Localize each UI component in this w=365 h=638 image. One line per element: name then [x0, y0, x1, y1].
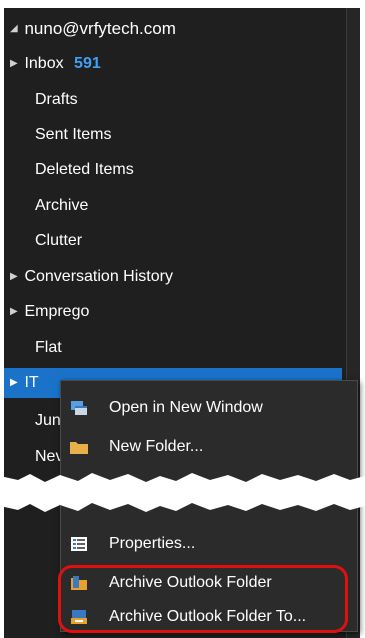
- folder-label: Drafts: [35, 91, 78, 108]
- folder-flat[interactable]: Flat: [35, 333, 360, 363]
- new-window-icon: [71, 401, 87, 415]
- expand-arrow-icon[interactable]: ▶: [10, 368, 20, 398]
- folder-drafts[interactable]: Drafts: [35, 85, 360, 115]
- expand-arrow-icon[interactable]: ▶: [10, 297, 20, 327]
- folder-inbox[interactable]: ▶ Inbox 591: [10, 49, 348, 79]
- folder-archive[interactable]: Archive: [35, 191, 360, 221]
- menu-new-folder[interactable]: New Folder...: [61, 430, 357, 464]
- folder-label: Inbox: [24, 55, 64, 72]
- expand-arrow-icon[interactable]: ▶: [10, 262, 20, 292]
- folder-clutter[interactable]: Clutter: [35, 226, 360, 256]
- folder-label: Flat: [35, 339, 62, 356]
- folder-emprego[interactable]: ▶ Emprego: [10, 297, 348, 327]
- folder-label: Emprego: [24, 303, 90, 320]
- torn-edge-divider: [0, 473, 365, 512]
- folder-label: Deleted Items: [35, 161, 134, 178]
- menu-label: Open in New Window: [109, 399, 263, 416]
- account-label: nuno@vrfytech.com: [24, 19, 176, 38]
- menu-label: New Folder...: [109, 438, 204, 455]
- folder-sent-items[interactable]: Sent Items: [35, 120, 360, 150]
- highlight-annotation: [58, 565, 348, 633]
- expand-arrow-icon[interactable]: ◢: [10, 14, 20, 44]
- account-header[interactable]: ◢ nuno@vrfytech.com: [10, 14, 348, 44]
- folder-icon: [70, 442, 88, 454]
- menu-properties[interactable]: Properties...: [61, 527, 357, 561]
- expand-arrow-icon[interactable]: ▶: [10, 49, 20, 79]
- folder-label: Archive: [35, 197, 89, 214]
- folder-deleted-items[interactable]: Deleted Items: [35, 155, 360, 185]
- folder-label: IT: [24, 374, 39, 391]
- folder-label: Jun: [35, 412, 61, 429]
- menu-open-in-new-window[interactable]: Open in New Window: [61, 391, 357, 425]
- properties-icon: [71, 537, 87, 551]
- folder-label: Conversation History: [24, 268, 173, 285]
- folder-label: Clutter: [35, 232, 83, 249]
- unread-count: 591: [74, 55, 101, 72]
- folder-label: Sent Items: [35, 126, 112, 143]
- folder-conversation-history[interactable]: ▶ Conversation History: [10, 262, 348, 292]
- menu-label: Properties...: [109, 535, 196, 552]
